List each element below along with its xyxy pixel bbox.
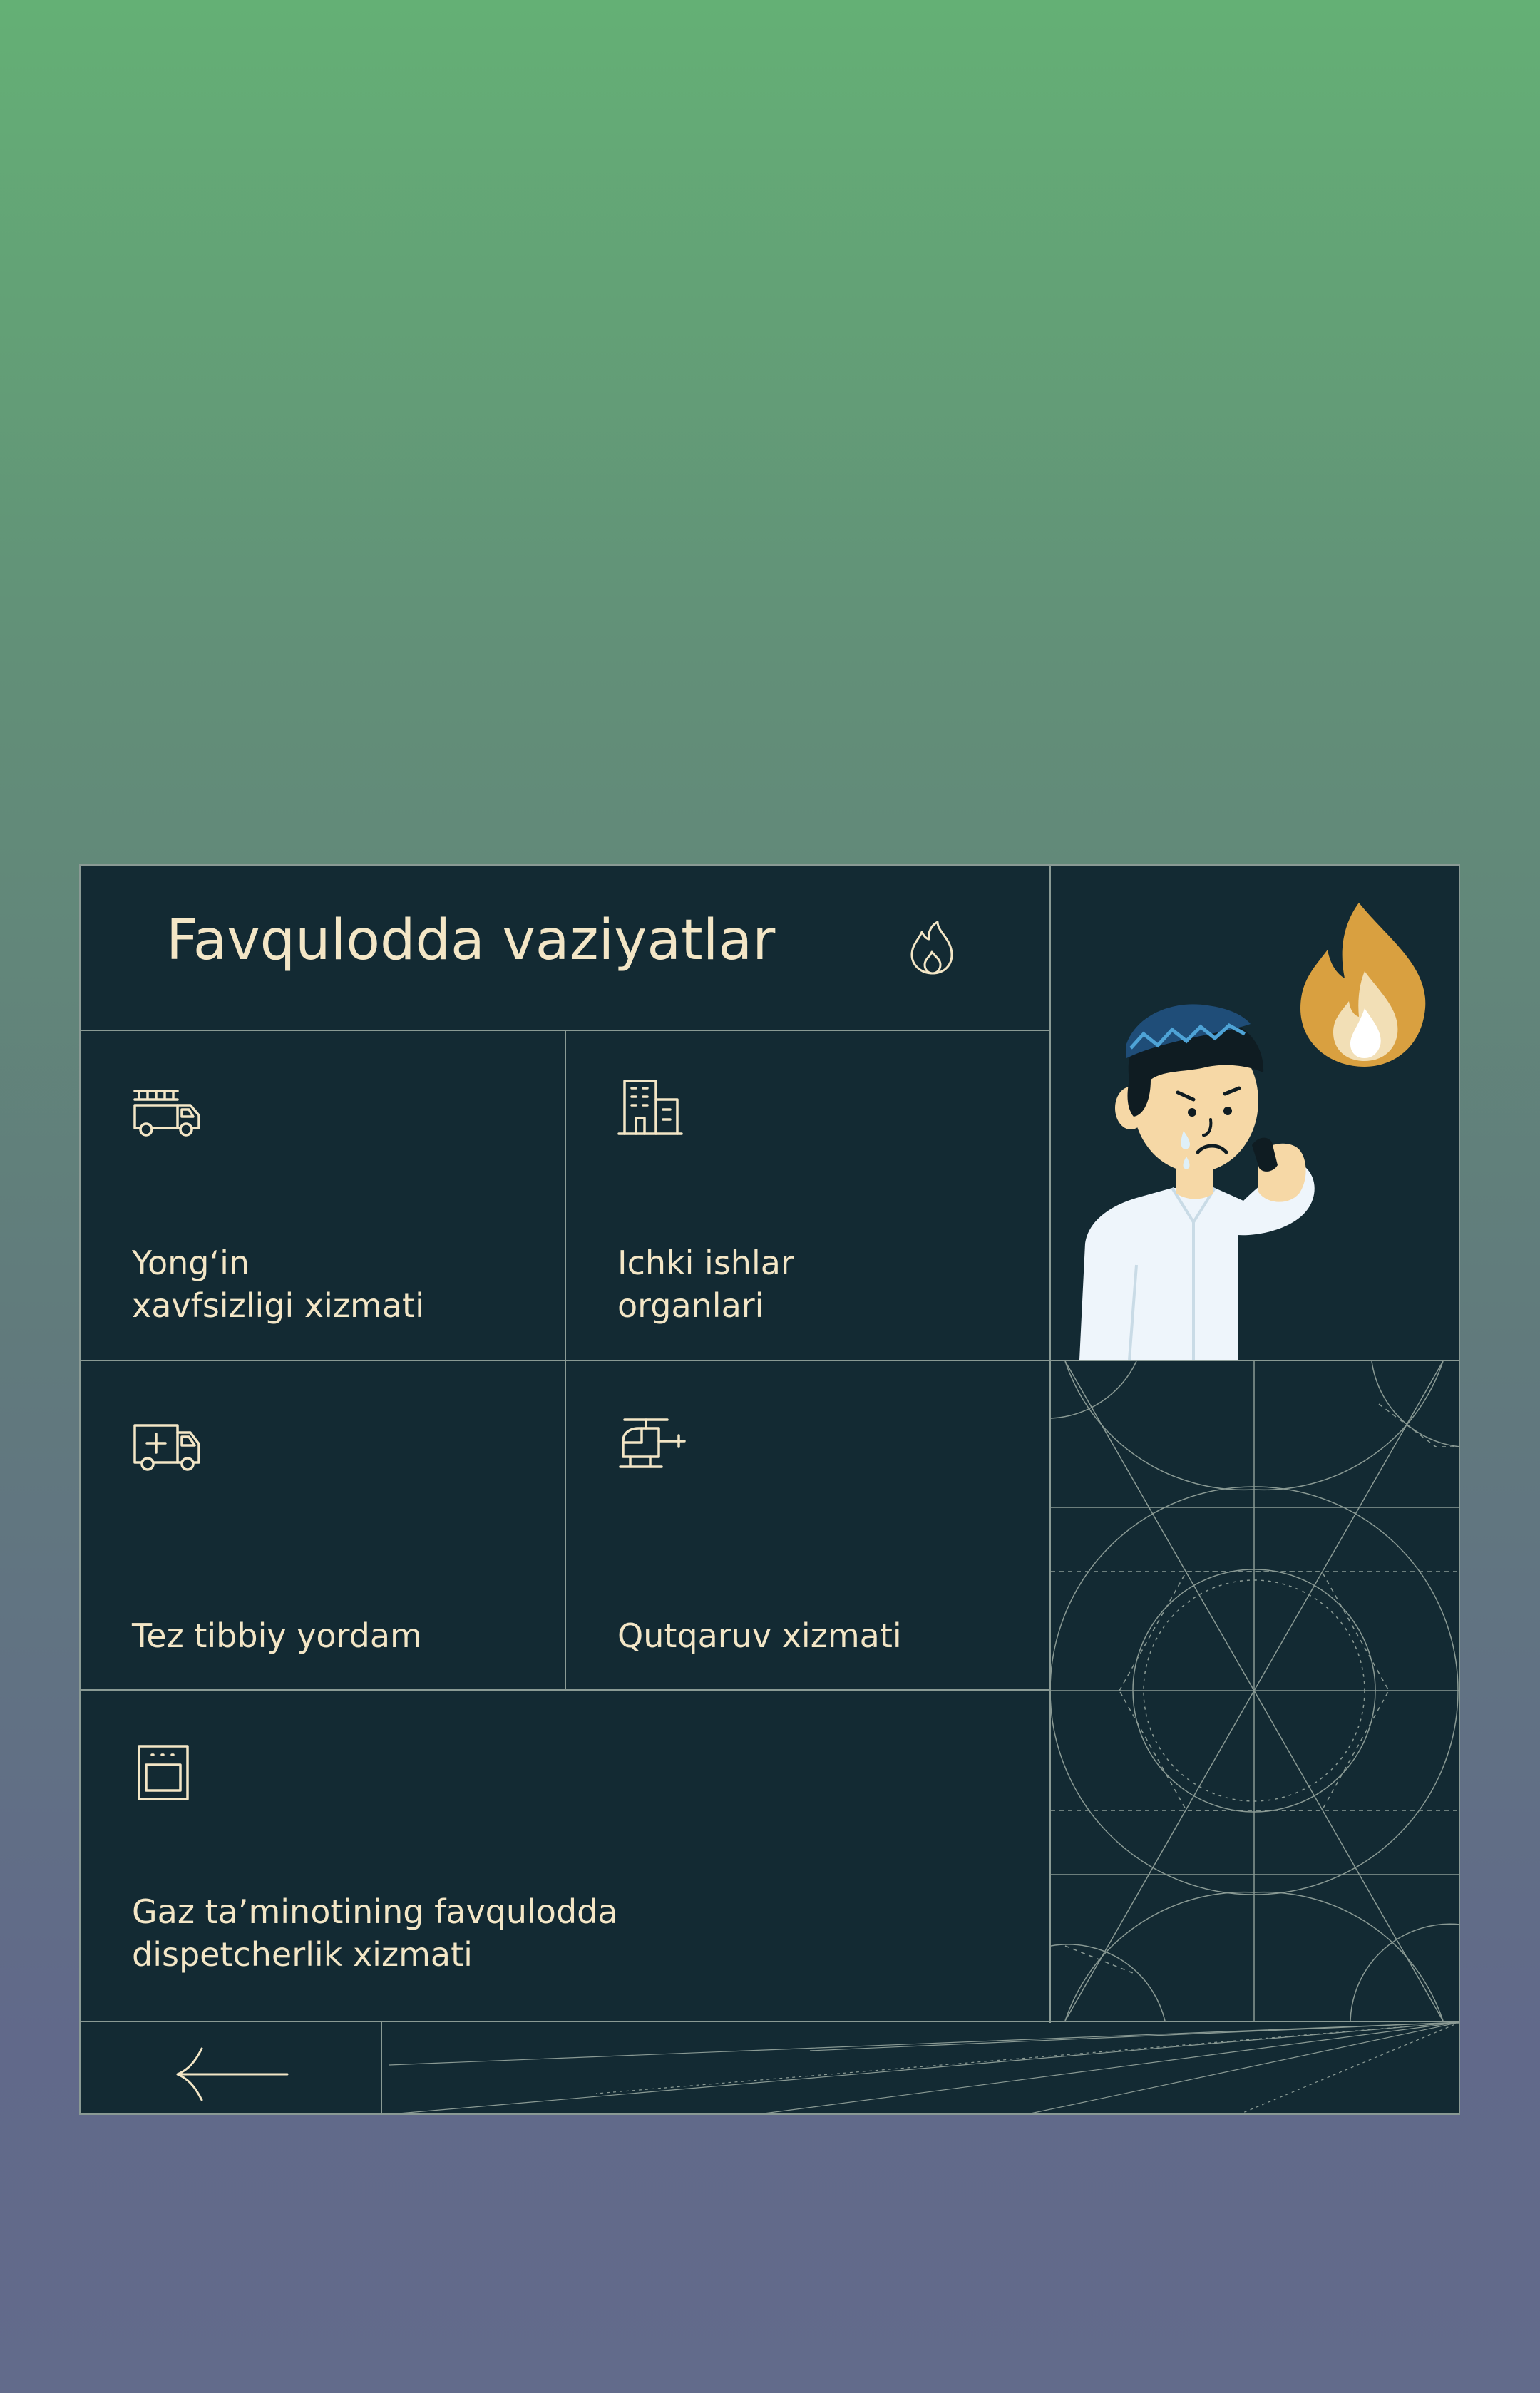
service-label: Ichki ishlar organlari — [617, 1244, 794, 1325]
service-tile-police[interactable]: Ichki ishlar organlari — [566, 1031, 1049, 1360]
helicopter-icon — [619, 1418, 686, 1468]
worried-man-illustration — [1079, 903, 1426, 1360]
fire-truck-icon — [133, 1090, 200, 1137]
geometric-pattern — [1051, 1361, 1460, 2021]
fire-icon — [910, 921, 953, 975]
ambulance-icon — [133, 1424, 200, 1471]
service-tile-rescue[interactable]: Qutqaruv xizmati — [566, 1361, 1049, 1689]
service-tile-gas[interactable]: Gaz ta’minotining favqulodda dispetcherl… — [81, 1691, 1049, 2021]
building-icon — [617, 1080, 683, 1135]
service-label: Tez tibbiy yordam — [132, 1616, 422, 1655]
service-label: Yong‘in xavfsizligi xizmati — [132, 1244, 424, 1325]
flame-illustration — [1300, 903, 1426, 1067]
service-label: Gaz ta’minotining favqulodda dispetcherl… — [132, 1892, 618, 1974]
footer-decoration — [382, 2022, 1460, 2115]
back-button[interactable] — [81, 2023, 381, 2115]
arrow-left-icon — [176, 2047, 289, 2101]
page-title: Favqulodda vaziyatlar — [166, 908, 776, 973]
service-tile-fire[interactable]: Yong‘in xavfsizligi xizmati — [81, 1031, 565, 1360]
service-label: Qutqaruv xizmati — [617, 1616, 902, 1655]
gas-stove-icon — [138, 1745, 189, 1800]
emergency-panel: Favqulodda vaziyatlar Yong‘in xavfsizlig… — [79, 864, 1460, 2115]
service-tile-ambulance[interactable]: Tez tibbiy yordam — [81, 1361, 565, 1689]
